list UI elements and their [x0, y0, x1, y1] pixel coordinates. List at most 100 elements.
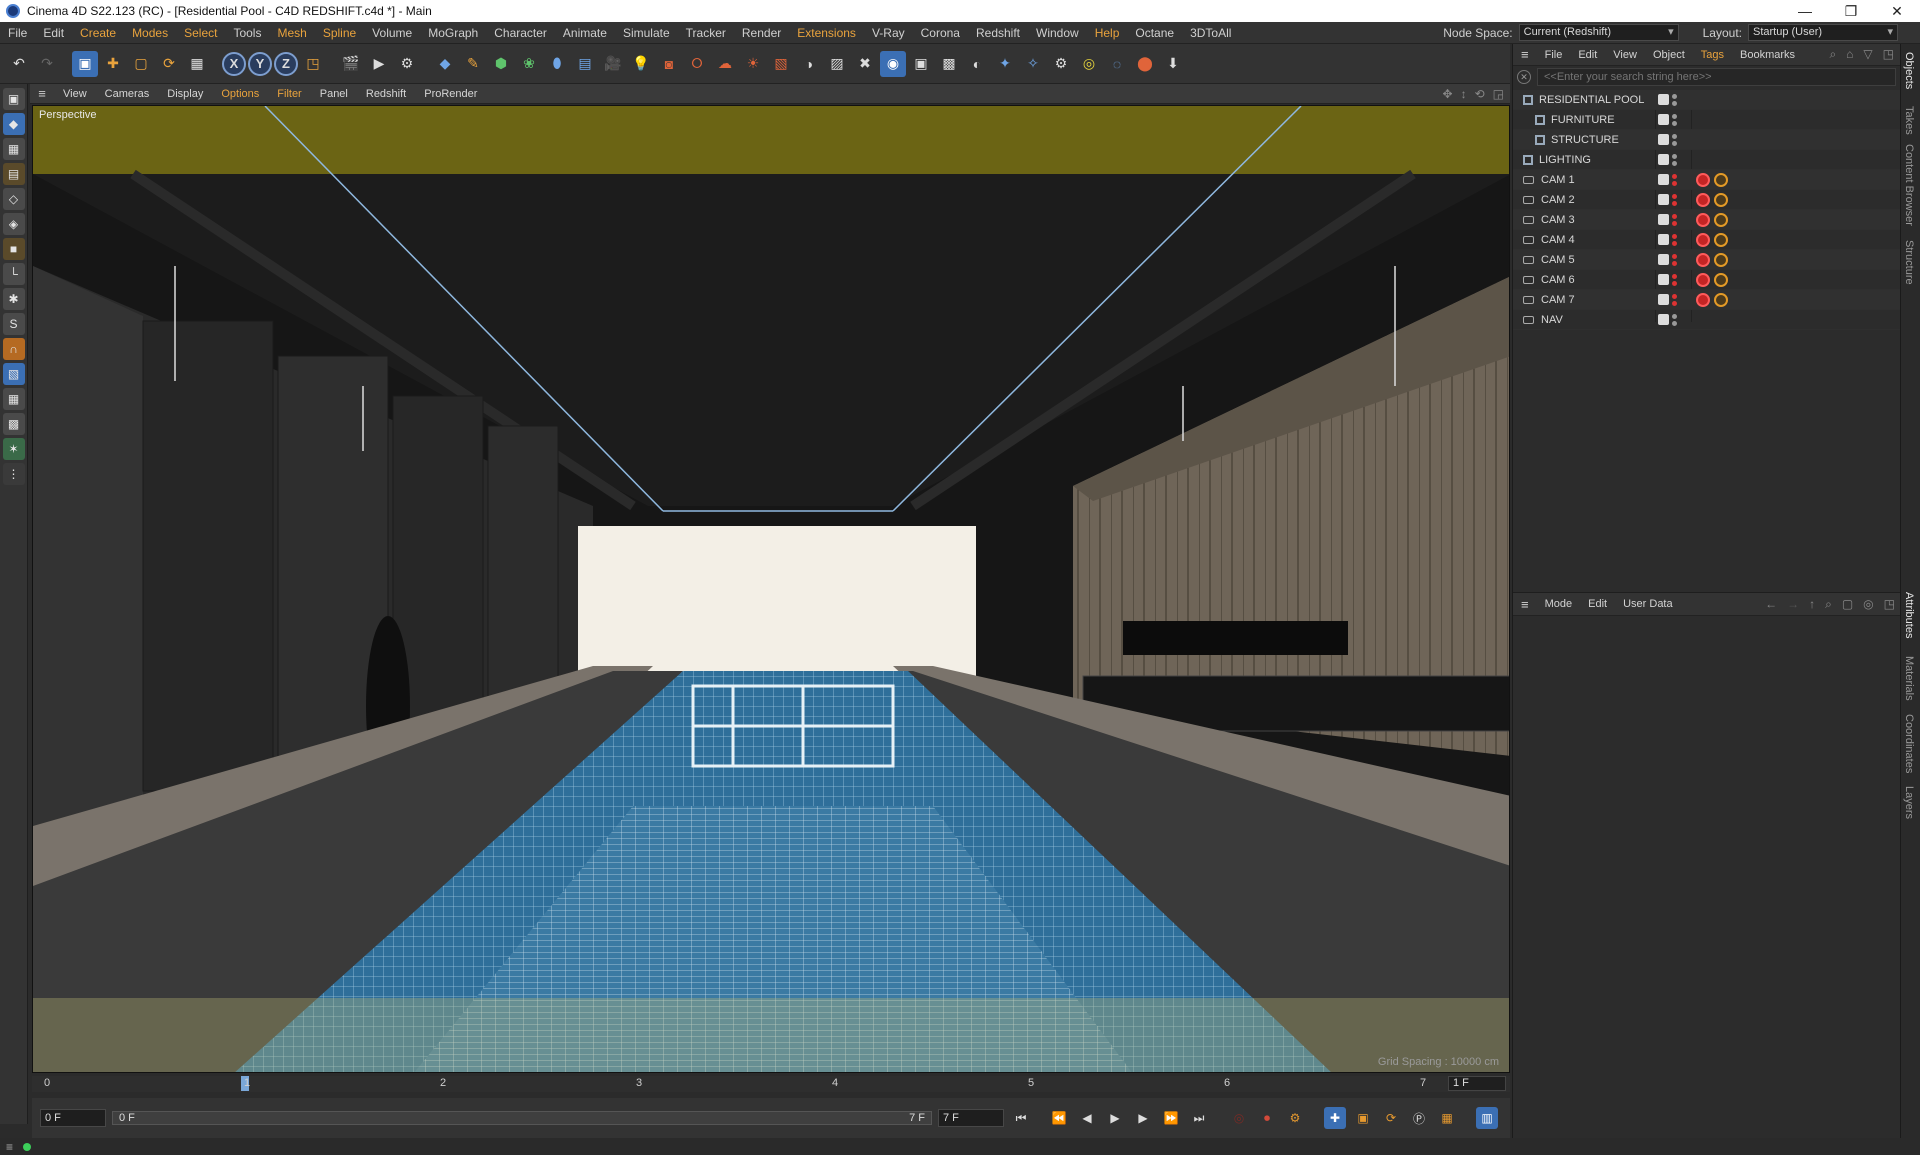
viewport-menu-panel[interactable]: Panel [311, 88, 357, 100]
magnet-icon[interactable]: ∩ [2, 338, 25, 360]
sculpt-icon[interactable]: ✶ [2, 438, 25, 460]
viewport-menu-options[interactable]: Options [212, 88, 268, 100]
redo-icon[interactable]: ↷ [34, 51, 60, 77]
menu-character[interactable]: Character [486, 26, 555, 40]
object-row[interactable]: CAM 6 [1513, 270, 1900, 290]
new-window-icon[interactable]: ◳ [1883, 47, 1894, 62]
tweak-icon[interactable]: ✱ [2, 288, 25, 310]
x-axis-toggle[interactable]: X [222, 51, 246, 76]
recent-tools-icon[interactable]: ▦ [184, 51, 210, 77]
redshift-shader-graph-icon[interactable]: ▩ [936, 51, 962, 77]
camera-icon[interactable]: 🎥 [600, 51, 626, 77]
object-row[interactable]: CAM 2 [1513, 190, 1900, 210]
menu-modes[interactable]: Modes [124, 26, 176, 40]
visibility-dots-icon[interactable] [1672, 193, 1678, 206]
viewport-hamburger-icon[interactable]: ≡ [30, 86, 54, 101]
menu-volume[interactable]: Volume [364, 26, 420, 40]
redshift-light-icon[interactable]: ⭘ [684, 51, 710, 77]
home-icon[interactable]: ⌂ [1846, 47, 1853, 62]
menu-extensions[interactable]: Extensions [789, 26, 864, 40]
viewport-menu-cameras[interactable]: Cameras [96, 88, 159, 100]
menu-tracker[interactable]: Tracker [678, 26, 734, 40]
menu-animate[interactable]: Animate [555, 26, 615, 40]
tab-content-browser[interactable]: Content Browser [1903, 144, 1915, 226]
model-mode-icon[interactable]: ◆ [2, 113, 25, 135]
settings-icon[interactable]: ⚙ [1048, 51, 1074, 77]
objects-search-input[interactable] [1537, 68, 1896, 86]
redshift-camera-icon[interactable]: ◙ [656, 51, 682, 77]
edit-checkbox-icon[interactable] [1658, 114, 1669, 125]
filter-icon[interactable]: ▽ [1863, 47, 1872, 62]
protection-tag-icon[interactable] [1714, 252, 1728, 267]
redshift-volume-icon[interactable]: ▧ [768, 51, 794, 77]
play-icon[interactable]: ▶ [1104, 1107, 1126, 1129]
redshift-dome-icon[interactable]: ☁ [712, 51, 738, 77]
redshift-sun-icon[interactable]: ☀ [740, 51, 766, 77]
z-axis-toggle[interactable]: Z [274, 51, 298, 76]
current-frame-field[interactable]: 1 F [1448, 1076, 1506, 1091]
attributes-menu-mode[interactable]: Mode [1537, 598, 1581, 610]
corona-material-icon[interactable]: ✧ [1020, 51, 1046, 77]
pen-icon[interactable]: ✎ [460, 51, 486, 77]
visibility-dots-icon[interactable] [1672, 173, 1678, 186]
grid-icon[interactable]: ▦ [2, 388, 25, 410]
viewport-zoom-icon[interactable]: ↕ [1461, 87, 1467, 101]
workplane-lock-icon[interactable]: ▧ [2, 363, 25, 385]
attributes-menu-user-data[interactable]: User Data [1615, 598, 1681, 610]
menu-render[interactable]: Render [734, 26, 789, 40]
record-keys-icon[interactable]: ◎ [1228, 1107, 1250, 1129]
object-row[interactable]: CAM 5 [1513, 250, 1900, 270]
layout-dropdown[interactable]: Startup (User) [1748, 24, 1898, 41]
status-menu-icon[interactable]: ≡ [6, 1140, 13, 1154]
menu-vray[interactable]: V-Ray [864, 26, 913, 40]
floor-icon[interactable]: ▤ [572, 51, 598, 77]
menu-create[interactable]: Create [72, 26, 124, 40]
visibility-dots-icon[interactable] [1672, 313, 1678, 326]
edit-checkbox-icon[interactable] [1658, 94, 1669, 105]
edit-checkbox-icon[interactable] [1658, 194, 1669, 205]
objects-hamburger-icon[interactable]: ≡ [1513, 47, 1537, 62]
menu-mograph[interactable]: MoGraph [420, 26, 486, 40]
menu-help[interactable]: Help [1087, 26, 1128, 40]
redshift-camera-tag-icon[interactable] [1696, 252, 1710, 267]
octane-render-icon[interactable]: ⬤ [1132, 51, 1158, 77]
objects-menu-bookmarks[interactable]: Bookmarks [1732, 49, 1803, 61]
viewport-toggle-icon[interactable]: ◲ [1493, 87, 1504, 101]
autokey-icon[interactable]: ⏺ [1256, 1107, 1278, 1129]
previous-key-icon[interactable]: ⏪ [1048, 1107, 1070, 1129]
minimize-button[interactable]: — [1782, 3, 1828, 20]
proxy-icon[interactable]: ✖ [852, 51, 878, 77]
visibility-dots-icon[interactable] [1672, 133, 1678, 146]
next-frame-icon[interactable]: ▶ [1132, 1107, 1154, 1129]
object-row[interactable]: STRUCTURE [1513, 130, 1900, 150]
viewport-menu-display[interactable]: Display [158, 88, 212, 100]
objects-menu-edit[interactable]: Edit [1570, 49, 1605, 61]
cloner-icon[interactable]: ❀ [516, 51, 542, 77]
tab-layers[interactable]: Layers [1903, 786, 1915, 819]
tab-materials[interactable]: Materials [1903, 656, 1915, 701]
edit-checkbox-icon[interactable] [1658, 174, 1669, 185]
symmetry-icon[interactable]: ▩ [2, 413, 25, 435]
render-view-icon[interactable]: 🎬 [338, 51, 364, 77]
menu-edit[interactable]: Edit [35, 26, 72, 40]
restore-button[interactable]: ❐ [1828, 3, 1874, 20]
object-row[interactable]: LIGHTING [1513, 150, 1900, 170]
edit-checkbox-icon[interactable] [1658, 254, 1669, 265]
close-button[interactable]: ✕ [1874, 3, 1920, 20]
menu-window[interactable]: Window [1028, 26, 1087, 40]
object-row[interactable]: CAM 4 [1513, 230, 1900, 250]
visibility-dots-icon[interactable] [1672, 113, 1678, 126]
object-row[interactable]: CAM 1 [1513, 170, 1900, 190]
axis-mode-icon[interactable]: └ [2, 263, 25, 285]
protection-tag-icon[interactable] [1714, 172, 1728, 187]
visibility-dots-icon[interactable] [1672, 253, 1678, 266]
octane-live-viewer-icon[interactable]: ◎ [1076, 51, 1102, 77]
object-row[interactable]: RESIDENTIAL POOL [1513, 90, 1900, 110]
object-row[interactable]: NAV [1513, 310, 1900, 330]
visibility-dots-icon[interactable] [1672, 213, 1678, 226]
edit-checkbox-icon[interactable] [1658, 214, 1669, 225]
objects-menu-file[interactable]: File [1537, 49, 1571, 61]
key-pla-icon[interactable]: ▦ [1436, 1107, 1458, 1129]
menu-redshift[interactable]: Redshift [968, 26, 1028, 40]
menu-tools[interactable]: Tools [225, 26, 269, 40]
